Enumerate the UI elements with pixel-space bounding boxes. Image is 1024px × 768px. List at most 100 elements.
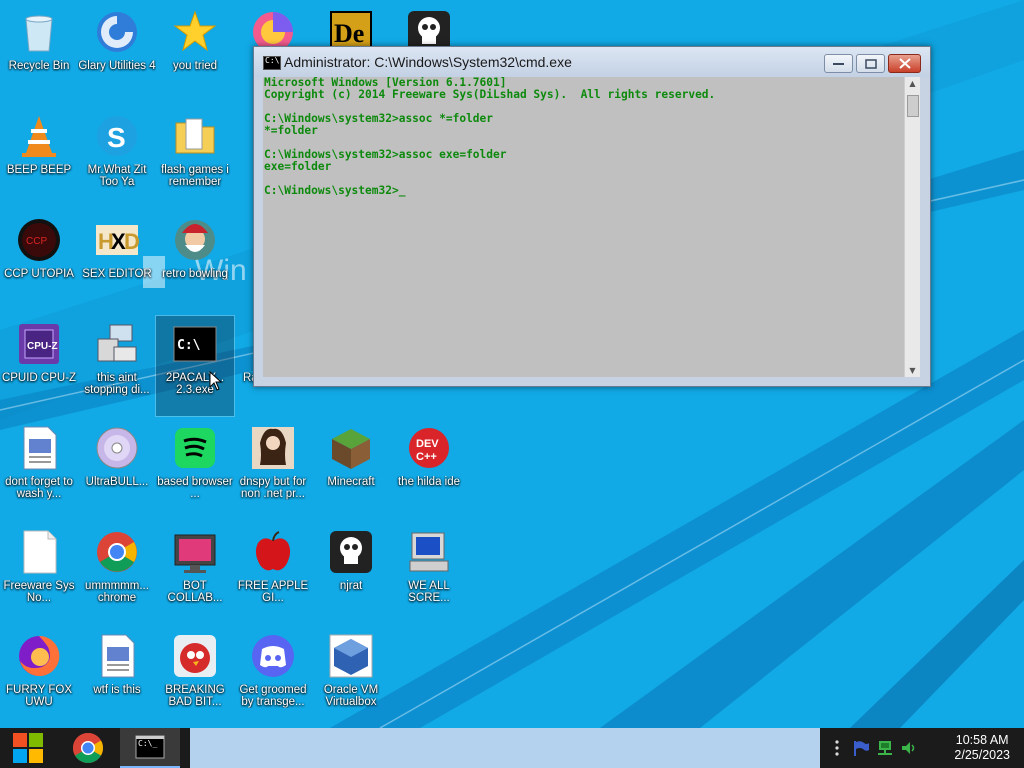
desktop-icon-folder[interactable]: flash games i remember (156, 108, 234, 208)
clock-date: 2/25/2023 (954, 748, 1010, 762)
desktop-icon-blank-file[interactable]: Freeware Sys No... (0, 524, 78, 624)
desktop-icon-angry-bird[interactable]: BREAKING BAD BIT... (156, 628, 234, 728)
desktop-icon-label: FURRY FOX UWU (5, 684, 73, 708)
desktop-icon-hxd[interactable]: H X D SEX EDITOR (78, 212, 156, 312)
desktop-icon-label: BOT COLLAB... (167, 580, 223, 604)
cmd-icon: C:\_ (135, 735, 165, 759)
svg-text:CPU-Z: CPU-Z (27, 341, 58, 352)
scroll-thumb[interactable] (907, 95, 919, 117)
desktop-icon-label: flash games i remember (161, 164, 229, 188)
clock-time: 10:58 AM (955, 733, 1009, 747)
start-button[interactable] (0, 728, 56, 768)
desktop-icon-label: you tried (172, 60, 218, 72)
desktop-icon-document[interactable]: wtf is this (78, 628, 156, 728)
cmd-app-icon: C:\ (263, 56, 281, 70)
scroll-down-icon[interactable]: ▼ (908, 366, 917, 375)
glary-utilities-icon (93, 8, 141, 56)
desktop-icon-star[interactable]: you tried (156, 4, 234, 104)
document-icon (93, 632, 141, 680)
desktop-icon-glary-utilities[interactable]: Glary Utilities 4 (78, 4, 156, 104)
minecraft-icon (327, 424, 375, 472)
desktop-icon-computer[interactable]: this aint stopping di... (78, 316, 156, 416)
action-center-button[interactable] (850, 737, 872, 759)
skull-icon (327, 528, 375, 576)
console-text: Microsoft Windows [Version 6.1.7601] Cop… (264, 77, 716, 197)
desktop-icon-red-circle[interactable]: CCP CCP UTOPIA (0, 212, 78, 312)
desktop-icon-firefox[interactable]: FURRY FOX UWU (0, 628, 78, 728)
scroll-up-icon[interactable]: ▲ (908, 79, 917, 88)
cmd-console-output[interactable]: Microsoft Windows [Version 6.1.7601] Cop… (263, 77, 919, 377)
taskbar-clock[interactable]: 10:58 AM 2/25/2023 (954, 733, 1010, 763)
chrome-icon (93, 528, 141, 576)
desktop-icon-label: based browser ... (157, 476, 233, 500)
desktop-icon-virtualbox[interactable]: Oracle VM Virtualbox (312, 628, 390, 728)
taskbar: C:\_ 10:58 AM 2/25/2023 (0, 728, 1024, 768)
desktop-icon-portrait[interactable]: dnspy but for non .net pr... (234, 420, 312, 520)
desktop-icon-cpu-z[interactable]: CPU-Z CPUID CPU-Z (0, 316, 78, 416)
desktop-icon-label: BREAKING BAD BIT... (165, 684, 225, 708)
desktop-icon-disc[interactable]: UltraBULL... (78, 420, 156, 520)
desktop-icon-label: CCP UTOPIA (4, 268, 74, 280)
angry-bird-icon (171, 632, 219, 680)
apple-icon (249, 528, 297, 576)
close-icon (898, 58, 911, 69)
desktop-icon-chrome[interactable]: ummmmm... chrome (78, 524, 156, 624)
desktop-icon-label: FREE APPLE GI... (237, 580, 309, 604)
desktop-icon-recycle-bin[interactable]: Recycle Bin (0, 4, 78, 104)
svg-text:D: D (124, 229, 140, 254)
volume-button[interactable] (898, 737, 920, 759)
portrait-icon (249, 424, 297, 472)
firefox-icon (15, 632, 63, 680)
mouse-cursor-icon (209, 371, 223, 391)
desktop-icon-label: retro bowling (162, 268, 228, 280)
desktop-icon-dev-cpp[interactable]: DEV C++ the hilda ide (390, 420, 468, 520)
desktop-icon-apple[interactable]: FREE APPLE GI... (234, 524, 312, 624)
desktop-icon-spotify[interactable]: based browser ... (156, 420, 234, 520)
desktop-icon-console[interactable]: C:\ 2PACALY... 2.3.exe (155, 315, 235, 417)
desktop-icon-label: Mr.What Zit Too Ya (87, 164, 147, 188)
desktop-icon-vlc-cone[interactable]: BEEP BEEP (0, 108, 78, 208)
chevron-up-icon (835, 740, 839, 756)
windows-logo-icon (13, 733, 43, 763)
desktop-icon-santa[interactable]: retro bowling (156, 212, 234, 312)
close-button[interactable] (888, 54, 921, 73)
recycle-bin-icon (15, 8, 63, 56)
desktop-icon-skype[interactable]: S Mr.What Zit Too Ya (78, 108, 156, 208)
desktop-icon-old-computer[interactable]: WE ALL SCRE... (390, 524, 468, 624)
hxd-icon: HXD (93, 216, 141, 264)
document-icon (15, 424, 63, 472)
desktop-icon-discord[interactable]: Get groomed by transge... (234, 628, 312, 728)
maximize-icon (864, 58, 877, 69)
desktop-icon-label: UltraBULL... (85, 476, 149, 488)
cmd-titlebar[interactable]: C:\ Administrator: C:\Windows\System32\c… (254, 47, 930, 77)
vlc-cone-icon (15, 112, 63, 160)
desktop-icon-label: Freeware Sys No... (3, 580, 75, 604)
console-icon: C:\ (171, 320, 219, 368)
desktop-icon-label: wtf is this (93, 684, 141, 696)
taskbar-chrome[interactable] (58, 728, 118, 768)
maximize-button[interactable] (856, 54, 885, 73)
minimize-button[interactable] (824, 54, 853, 73)
desktop-icon-monitor[interactable]: BOT COLLAB... (156, 524, 234, 624)
desktop-icon-label: the hilda ide (397, 476, 461, 488)
star-icon (171, 8, 219, 56)
desktop-icon-minecraft[interactable]: Minecraft (312, 420, 390, 520)
desktop-icon-label: njrat (339, 580, 363, 592)
volume-icon (902, 742, 915, 754)
desktop-icon-document[interactable]: dont forget to wash y... (0, 420, 78, 520)
cmd-scrollbar[interactable]: ▲ ▼ (904, 77, 920, 377)
spotify-icon (171, 424, 219, 472)
desktop-icon-label: this aint stopping di... (84, 372, 150, 396)
svg-text:De: De (334, 19, 364, 48)
taskbar-cmd[interactable]: C:\_ (120, 728, 180, 768)
taskbar-empty-area[interactable] (190, 728, 820, 768)
old-computer-icon (405, 528, 453, 576)
show-hidden-icons-button[interactable] (826, 737, 848, 759)
monitor-icon (171, 528, 219, 576)
network-button[interactable] (874, 737, 896, 759)
svg-text:C:\: C:\ (177, 338, 201, 353)
desktop-icon-skull[interactable]: njrat (312, 524, 390, 624)
minimize-icon (833, 62, 844, 65)
cmd-window[interactable]: C:\ Administrator: C:\Windows\System32\c… (253, 46, 931, 387)
flag-icon (854, 741, 869, 756)
